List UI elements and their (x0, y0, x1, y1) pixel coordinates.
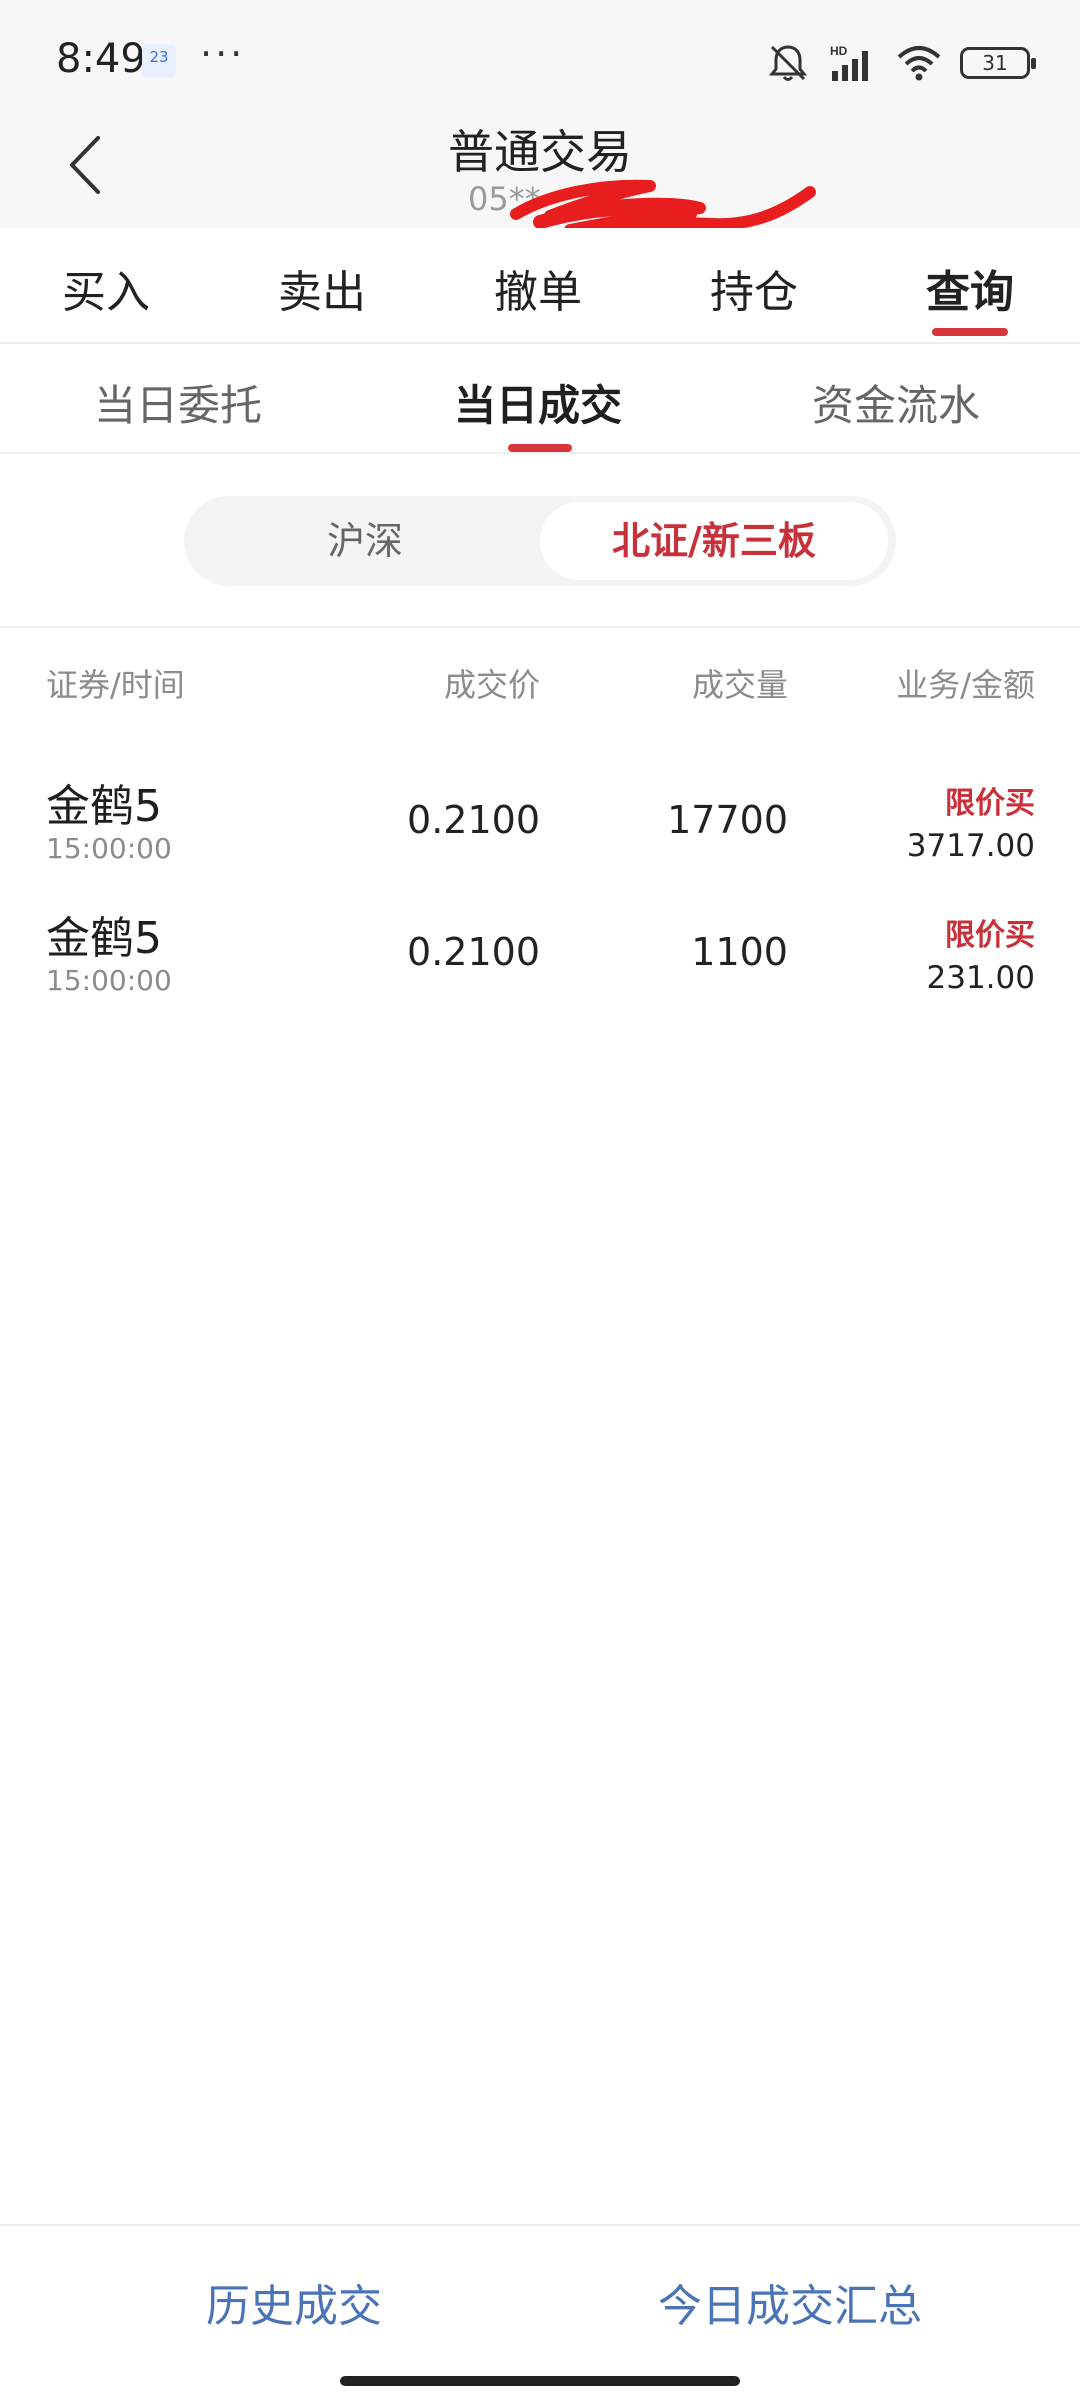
table-header: 证券/时间 成交价 成交量 业务/金额 (0, 660, 1080, 710)
active-tab-indicator (932, 328, 1008, 336)
header-price: 成交价 (443, 666, 540, 704)
table-row[interactable]: 金鹤5 15:00:00 0.2100 17700 限价买 3717.00 (0, 770, 1080, 900)
tab-query[interactable]: 查询 (926, 256, 1014, 320)
tab-buy[interactable]: 买入 (62, 256, 150, 320)
mute-icon (768, 45, 808, 81)
status-bar: 8:49 23 ··· HD 31 (0, 0, 1080, 100)
tab-fund-flow[interactable]: 资金流水 (812, 372, 980, 433)
trade-price: 0.2100 (407, 798, 540, 842)
bottom-action-bar: 历史成交 今日成交汇总 (0, 2224, 1080, 2400)
market-segment-control: 沪深 北证/新三板 (184, 496, 896, 586)
tab-today-orders[interactable]: 当日委托 (94, 372, 262, 433)
divider (0, 626, 1080, 628)
header-quantity: 成交量 (691, 666, 788, 704)
trade-time: 15:00:00 (46, 964, 172, 997)
security-name: 金鹤5 (46, 913, 162, 964)
header-type-amount: 业务/金额 (896, 666, 1035, 704)
more-notifications-icon: ··· (200, 32, 246, 76)
trade-type: 限价买 (945, 786, 1035, 821)
trade-quantity: 1100 (691, 930, 788, 974)
wifi-icon (897, 46, 941, 81)
header-security-time: 证券/时间 (46, 666, 185, 704)
history-trades-link[interactable]: 历史成交 (206, 2270, 382, 2334)
tab-today-trades[interactable]: 当日成交 (454, 372, 622, 433)
battery-icon: 31 (960, 47, 1036, 79)
svg-text:HD: HD (830, 44, 848, 58)
tab-positions[interactable]: 持仓 (710, 256, 798, 320)
top-header: 普通交易 05** (0, 100, 1080, 236)
status-icons: HD 31 (766, 40, 1036, 86)
trade-price: 0.2100 (407, 930, 540, 974)
calendar-icon: 23 (142, 44, 176, 78)
security-name: 金鹤5 (46, 781, 162, 832)
trade-time: 15:00:00 (46, 832, 172, 865)
segment-shanghai-shenzhen[interactable]: 沪深 (192, 502, 538, 580)
status-time: 8:49 (56, 36, 146, 82)
active-subtab-indicator (508, 444, 572, 452)
table-row[interactable]: 金鹤5 15:00:00 0.2100 1100 限价买 231.00 (0, 902, 1080, 1032)
trade-amount: 231.00 (926, 960, 1035, 996)
segment-beijing-neeq[interactable]: 北证/新三板 (540, 502, 888, 580)
tab-cancel-order[interactable]: 撤单 (494, 256, 582, 320)
hd-signal-icon: HD (830, 44, 868, 81)
sub-tab-bar: 当日委托 当日成交 资金流水 (0, 344, 1080, 454)
trade-amount: 3717.00 (906, 828, 1035, 864)
home-indicator[interactable] (340, 2376, 740, 2386)
trade-type: 限价买 (945, 918, 1035, 953)
trade-quantity: 17700 (667, 798, 788, 842)
today-trades-summary-link[interactable]: 今日成交汇总 (658, 2270, 922, 2334)
main-tab-bar: 买入 卖出 撤单 持仓 查询 (0, 228, 1080, 344)
tab-sell[interactable]: 卖出 (278, 256, 366, 320)
